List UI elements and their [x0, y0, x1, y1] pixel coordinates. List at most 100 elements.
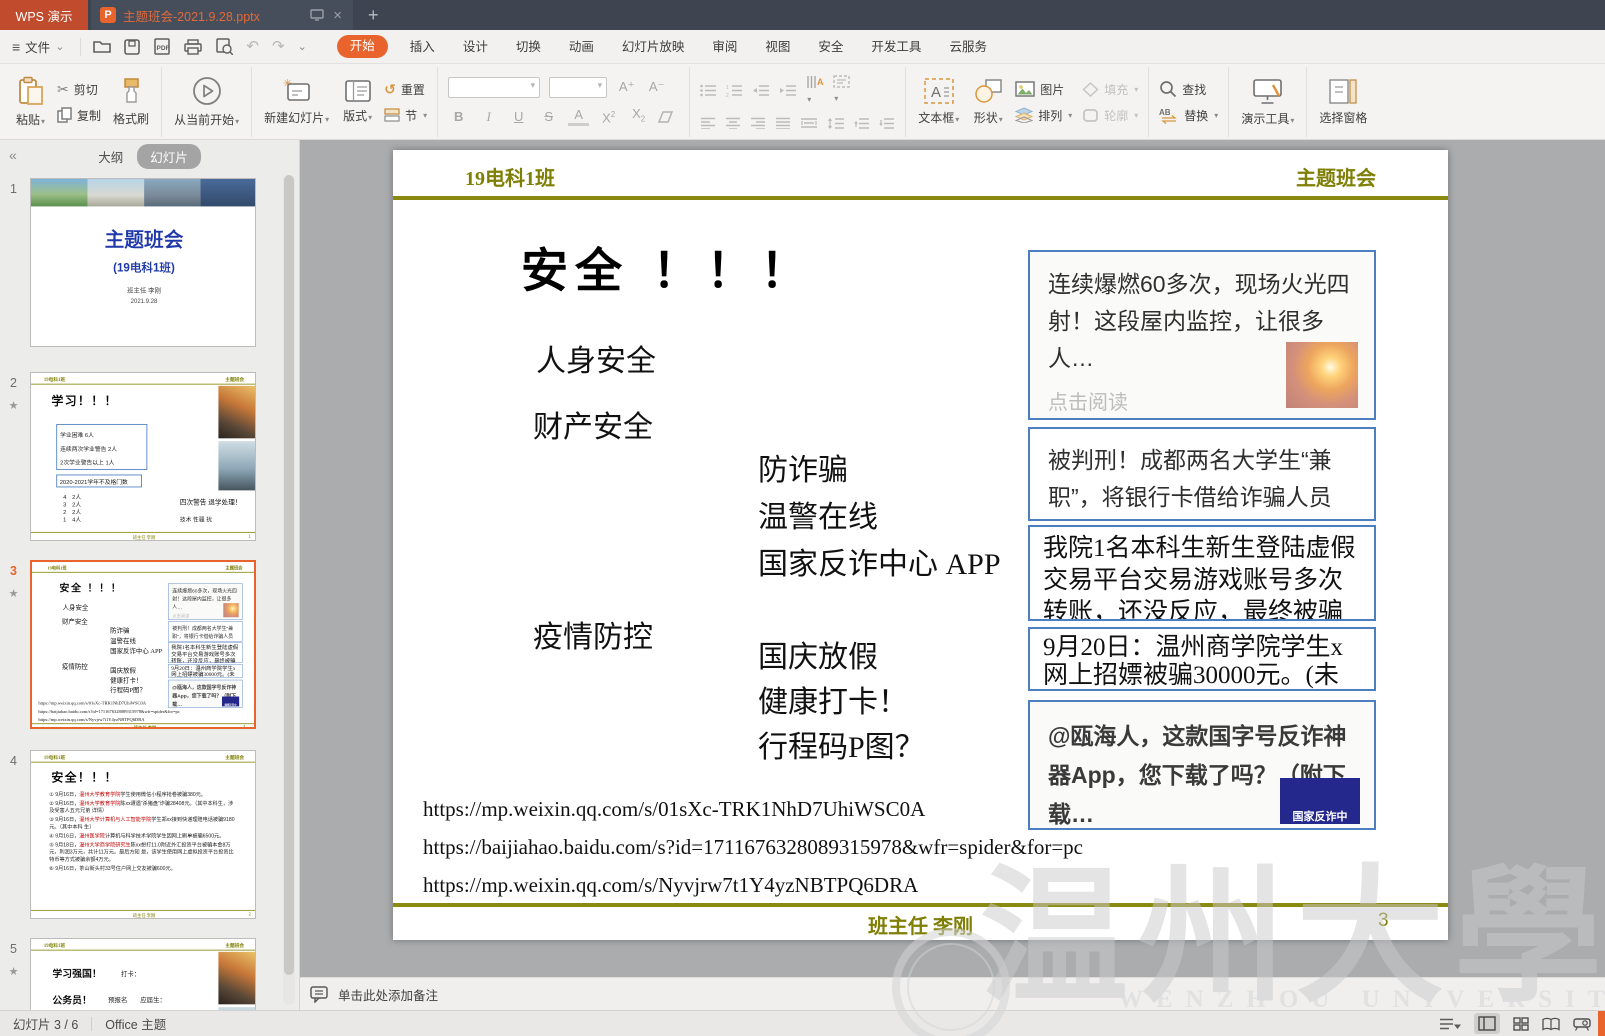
slide-text-item[interactable]: 温警在线	[758, 492, 878, 536]
slide-thumbnail-5[interactable]: 19电科1班 主题班会 学习强国！ 打卡： 公务员！ 预报名 应届生：	[30, 938, 256, 1010]
news-card-3[interactable]: 我院1名本科生新生登陆虚假交易平台交易游戏账号多次转账，还没反应，最终被骗700…	[1028, 525, 1376, 621]
print-icon[interactable]	[184, 39, 202, 55]
slide-text-item[interactable]: 国家反诈中心 APP	[758, 539, 1001, 583]
news-card-2[interactable]: 被判刑！成都两名大学生“兼职”，将银行卡借给诈骗人员	[1028, 427, 1376, 521]
slideshow-view-icon[interactable]	[1573, 1016, 1591, 1031]
slide-link[interactable]: https://mp.weixin.qq.com/s/01sXc-TRK1NhD…	[423, 797, 925, 822]
tab-insert[interactable]: 插入	[396, 30, 449, 64]
close-tab-icon[interactable]: ×	[331, 7, 344, 24]
sidebar-scrollbar[interactable]	[283, 175, 295, 1005]
save-icon[interactable]	[124, 39, 140, 55]
notes-bar[interactable]: 单击此处添加备注	[300, 977, 1605, 1010]
arrange-button[interactable]: 排列▾	[1015, 107, 1072, 124]
bullet-list-icon	[700, 84, 717, 97]
section-button[interactable]: 节▾	[384, 107, 427, 124]
font-size-select[interactable]	[549, 77, 607, 98]
slide-text-item[interactable]: 行程码P图？	[110, 685, 146, 694]
slide-text-item[interactable]: 防诈骗	[758, 445, 848, 489]
tab-review[interactable]: 审阅	[698, 30, 751, 64]
tab-transition[interactable]: 切换	[502, 30, 555, 64]
format-painter-button[interactable]: 格式刷	[111, 76, 151, 128]
textbox-button[interactable]: A 文本框▾	[916, 77, 961, 127]
reset-button[interactable]: ↺重置	[384, 81, 427, 98]
slide-thumbnail-2[interactable]: 19电科1班 主题班会 学习！！！ 学业困难 6人 连续两次学业警告 2人 2次…	[30, 372, 256, 541]
slide-text-item[interactable]: 国庆放假	[758, 632, 878, 676]
slide-text-item[interactable]: 国家反诈中心 APP	[110, 645, 162, 654]
tab-view[interactable]: 视图	[751, 30, 804, 64]
slide-link[interactable]: https://mp.weixin.qq.com/s/Nyvjrw7t1Y4yz…	[38, 717, 144, 722]
slide-thumbnail-3-selected[interactable]: 19电科1班 主题班会 安全 ！！！ 人身安全 财产安全 防诈骗 温警在线 国家…	[30, 560, 256, 729]
news-card-4[interactable]: 9月20日：温州商学院学生x网上招嫖被骗30000元。(未知悉验真)	[168, 664, 243, 678]
slide-canvas[interactable]: 19电科1班 主题班会 安全 ！！！ 人身安全 财产安全 防诈骗 温警在线 国家…	[32, 562, 256, 729]
slide-thumbnail-4[interactable]: 19电科1班 主题班会 安全！！！ ① 9月16日，温州大学教育学院学生使用微信…	[30, 750, 256, 919]
slide-text-item[interactable]: 健康打卡！	[758, 677, 908, 721]
slide-text-item[interactable]: 国庆放假	[110, 665, 136, 674]
document-tab[interactable]: P 主题班会-2021.9.28.pptx ×	[91, 0, 353, 30]
tab-animation[interactable]: 动画	[555, 30, 608, 64]
slide-thumbnail-1[interactable]: 主题班会 (19电科1班) 班主任 李刚 2021.9.28	[30, 178, 256, 347]
tab-cloud[interactable]: 云服务	[935, 30, 1001, 64]
play-button-partial[interactable]	[1598, 1011, 1605, 1036]
selection-pane-button[interactable]: 选择窗格	[1317, 78, 1369, 127]
new-tab-button[interactable]: +	[353, 0, 394, 30]
slide-text-item[interactable]: 温警在线	[110, 635, 136, 644]
paste-button[interactable]: 粘贴▾	[14, 75, 47, 129]
play-from-current-button[interactable]: 从当前开始▾	[172, 75, 241, 129]
tab-outline[interactable]: 大纲	[98, 147, 123, 166]
slide-link[interactable]: https://baijiahao.baidu.com/s?id=1711676…	[423, 835, 1083, 860]
slide-link[interactable]: https://baijiahao.baidu.com/s?id=1711676…	[38, 709, 179, 714]
slide-link[interactable]: https://mp.weixin.qq.com/s/Nyvjrw7t1Y4yz…	[423, 873, 918, 898]
undo-icon[interactable]: ↶	[246, 39, 259, 54]
slide-sorter-view-icon[interactable]	[1513, 1017, 1529, 1031]
replace-button[interactable]: AB替换▾	[1159, 107, 1218, 124]
font-name-select[interactable]	[448, 77, 540, 98]
tab-slides[interactable]: 幻灯片	[137, 144, 201, 169]
tab-design[interactable]: 设计	[449, 30, 502, 64]
presentation-tools-button[interactable]: 演示工具▾	[1239, 77, 1296, 128]
export-pdf-icon[interactable]: PDF	[153, 38, 171, 55]
tab-home[interactable]: 开始	[337, 35, 388, 58]
slide-link[interactable]: https://mp.weixin.qq.com/s/01sXc-TRK1NhD…	[38, 701, 146, 706]
layout-button[interactable]: 版式▾	[341, 79, 374, 125]
customize-qat-icon[interactable]: ⌄	[298, 40, 307, 53]
slide-text-item[interactable]: 行程码P图？	[758, 722, 925, 766]
present-to-screen-icon[interactable]	[310, 9, 324, 21]
slide-title[interactable]: 安全 ！！！	[59, 580, 122, 595]
slide-text-item[interactable]: 健康打卡！	[110, 675, 142, 684]
shapes-button[interactable]: 形状▾	[971, 77, 1005, 127]
new-slide-button[interactable]: ✳ 新建幻灯片▾	[262, 77, 331, 127]
print-preview-icon[interactable]	[215, 38, 233, 55]
picture-button[interactable]: 图片	[1015, 81, 1072, 98]
notes-toggle-icon[interactable]	[1439, 1017, 1461, 1031]
slide-text-item[interactable]: 防诈骗	[110, 625, 129, 634]
news-card-1[interactable]: 连续爆燃60多次，现场火光四射！这段屋内监控，让很多人… 点击阅读	[1028, 250, 1376, 420]
slide-text-item[interactable]: 财产安全	[62, 616, 88, 625]
news-card-5[interactable]: @瓯海人，这款国字号反诈神器App，您下载了吗？（附下载… 平安瓯海 国家反诈中	[1028, 700, 1376, 830]
slide-text-item[interactable]: 财产安全	[533, 402, 653, 446]
open-file-icon[interactable]	[93, 39, 111, 54]
redo-icon[interactable]: ↷	[272, 39, 285, 54]
news-card-2[interactable]: 被判刑！成都两名大学生“兼职”，将银行卡借给诈骗人员	[168, 621, 243, 641]
slide-text-item[interactable]: 人身安全	[536, 336, 656, 380]
copy-button[interactable]: 复制	[57, 107, 101, 124]
news-card-4[interactable]: 9月20日：温州商学院学生x网上招嫖被骗30000元。(未知悉验真)	[1028, 627, 1376, 691]
slide-text-item[interactable]: 人身安全	[63, 602, 89, 611]
slide-canvas[interactable]: 19电科1班 主题班会 安全 ！！！ 人身安全 财产安全 防诈骗 温警在线 国家…	[393, 150, 1448, 940]
normal-view-icon[interactable]	[1474, 1013, 1500, 1034]
app-tab[interactable]: WPS 演示	[0, 0, 88, 30]
news-card-5[interactable]: @瓯海人，这款国字号反诈神器App，您下载了吗？（附下载… 平安瓯海 国家反诈中	[168, 680, 243, 708]
collapse-panel-icon[interactable]: «	[9, 147, 17, 163]
file-menu-button[interactable]: ≡ 文件 ⌄	[0, 30, 76, 63]
news-card-1[interactable]: 连续爆燃60多次，现场火光四射！这段屋内监控，让很多人… 点击阅读	[168, 583, 243, 619]
scrollbar-thumb[interactable]	[284, 175, 294, 975]
slide-text-item[interactable]: 疫情防控	[533, 612, 653, 656]
slide-title[interactable]: 安全 ！！！	[521, 232, 814, 301]
tab-security[interactable]: 安全	[804, 30, 857, 64]
news-card-3[interactable]: 我院1名本科生新生登陆虚假交易平台交易游戏账号多次转账，还没反应，最终被骗700…	[168, 642, 243, 663]
find-button[interactable]: 查找	[1159, 80, 1218, 98]
reading-view-icon[interactable]	[1542, 1017, 1560, 1031]
cut-button[interactable]: ✂剪切	[57, 81, 101, 98]
slide-text-item[interactable]: 疫情防控	[62, 661, 88, 670]
tab-devtools[interactable]: 开发工具	[857, 30, 935, 64]
tab-slideshow[interactable]: 幻灯片放映	[608, 30, 699, 64]
